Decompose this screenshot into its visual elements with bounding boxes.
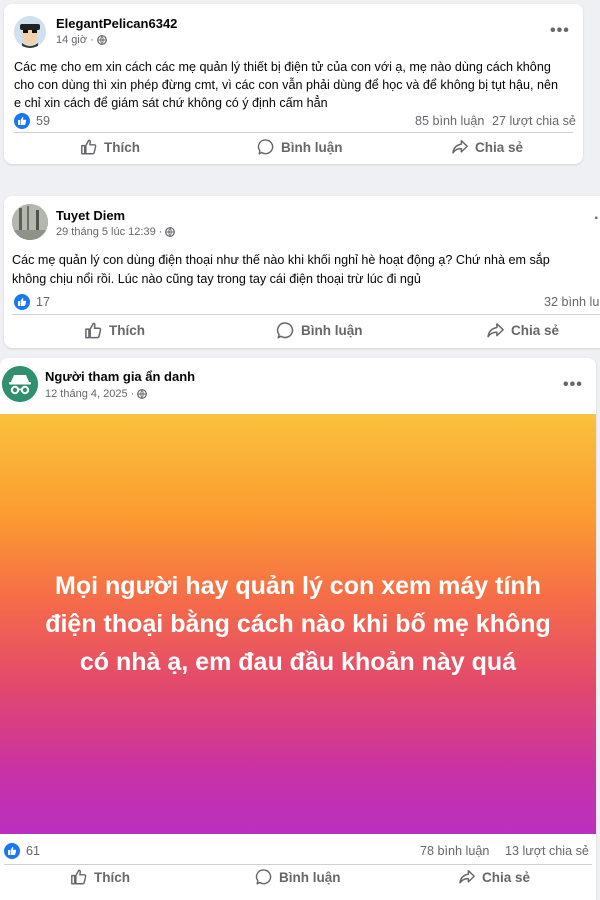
- comment-button[interactable]: Bình luận: [255, 868, 341, 886]
- like-button[interactable]: Thích: [84, 321, 145, 340]
- share-button[interactable]: Chia sẻ: [458, 868, 530, 886]
- reaction-count[interactable]: 61: [4, 843, 40, 859]
- gradient-text-line: điện thoại bằng cách nào khi bố mẹ không: [45, 610, 551, 638]
- comment-label: Bình luận: [281, 139, 343, 155]
- like-label: Thích: [104, 139, 140, 155]
- divider: [14, 132, 573, 133]
- like-label: Thích: [94, 869, 130, 885]
- timestamp-text: 29 tháng 5 lúc 12:39: [56, 226, 156, 238]
- post-card: Tuyet Diem 29 tháng 5 lúc 12:39 · · Các …: [4, 196, 600, 348]
- comment-button[interactable]: Bình luận: [257, 138, 343, 156]
- share-icon: [459, 869, 475, 884]
- share-icon: [487, 323, 504, 338]
- post-timestamp[interactable]: 12 tháng 4, 2025 ·: [45, 388, 148, 400]
- anonymous-avatar[interactable]: [2, 366, 38, 402]
- like-button[interactable]: Thích: [70, 868, 130, 886]
- author-name[interactable]: Người tham gia ẩn danh: [45, 369, 195, 384]
- more-options-button[interactable]: •••: [550, 23, 570, 39]
- comment-button[interactable]: Bình luận: [276, 321, 363, 340]
- share-button[interactable]: Chia sẻ: [486, 321, 559, 340]
- gradient-text-line: có nhà ạ, em đau đầu khoản này quá: [79, 648, 517, 676]
- more-options-button[interactable]: ·: [594, 211, 600, 227]
- like-reaction-icon: [4, 843, 20, 859]
- gradient-text-background: Mọi người hay quản lý con xem máy tính đ…: [0, 414, 596, 834]
- comment-label: Bình luận: [301, 323, 363, 338]
- comment-count[interactable]: 85 bình luận: [415, 114, 484, 128]
- comment-icon: [255, 869, 272, 885]
- like-reaction-icon: [14, 294, 30, 310]
- post-text-line: cho con dùng thì xin phép đừng cmt, vì c…: [14, 78, 559, 92]
- thumbs-up-icon: [81, 139, 97, 155]
- author-avatar[interactable]: [12, 204, 48, 240]
- like-reaction-icon: [14, 113, 30, 129]
- share-icon: [452, 139, 468, 154]
- post-text-line: Các mẹ quản lý con dùng điện thoại như t…: [12, 253, 550, 267]
- author-name[interactable]: ElegantPelican6342: [56, 16, 177, 31]
- thumbs-up-icon: [85, 322, 102, 339]
- divider: [4, 864, 592, 865]
- like-button[interactable]: Thích: [80, 138, 140, 156]
- share-label: Chia sẻ: [475, 139, 524, 155]
- post-text-line: Các mẹ cho em xin cách các mẹ quản lý th…: [14, 60, 551, 74]
- post-text-line: e chỉ xin cách để giám sát chứ không có …: [14, 96, 328, 110]
- globe-icon: [96, 35, 107, 45]
- forest-avatar-icon: [12, 204, 48, 240]
- comment-icon: [257, 139, 274, 155]
- author-name[interactable]: Tuyet Diem: [56, 208, 125, 223]
- comment-label: Bình luận: [279, 869, 341, 885]
- post-text-line: không chịu nổi rồi. Lúc nào cũng tay tro…: [12, 272, 421, 286]
- like-count: 61: [26, 844, 41, 858]
- thumbs-up-icon: [71, 869, 87, 885]
- gradient-post-text: Mọi người hay quản lý con xem máy tính đ…: [18, 567, 578, 681]
- share-button[interactable]: Chia sẻ: [451, 138, 523, 156]
- like-label: Thích: [109, 323, 145, 338]
- comment-count[interactable]: 78 bình luận: [420, 844, 489, 858]
- post-card: ElegantPelican6342 14 giờ · ••• Các mẹ c…: [4, 4, 583, 164]
- share-label: Chia sẻ: [511, 323, 560, 338]
- post-card: Người tham gia ẩn danh 12 tháng 4, 2025 …: [0, 358, 596, 900]
- comment-icon: [276, 322, 294, 339]
- post-timestamp[interactable]: 29 tháng 5 lúc 12:39 ·: [56, 226, 176, 238]
- comment-count[interactable]: 32 bình lu: [544, 295, 599, 309]
- like-count: 59: [36, 114, 51, 128]
- more-options-button[interactable]: •••: [563, 377, 583, 393]
- divider: [12, 314, 600, 315]
- pelican-avatar-icon: [14, 16, 46, 48]
- timestamp-text: 14 giờ: [56, 34, 88, 46]
- author-avatar[interactable]: [14, 16, 46, 48]
- reaction-count[interactable]: 59: [14, 113, 50, 129]
- gradient-text-line: Mọi người hay quản lý con xem máy tính: [55, 572, 541, 600]
- reaction-count[interactable]: 17: [14, 294, 50, 310]
- globe-icon: [137, 389, 148, 399]
- share-count[interactable]: 13 lượt chia sẻ: [505, 844, 589, 858]
- post-timestamp[interactable]: 14 giờ ·: [56, 34, 107, 46]
- like-count: 17: [36, 295, 51, 309]
- share-count[interactable]: 27 lượt chia sẻ: [492, 114, 576, 128]
- timestamp-text: 12 tháng 4, 2025: [45, 388, 128, 400]
- globe-icon: [165, 227, 176, 237]
- incognito-icon: [2, 366, 38, 402]
- share-label: Chia sẻ: [482, 869, 531, 885]
